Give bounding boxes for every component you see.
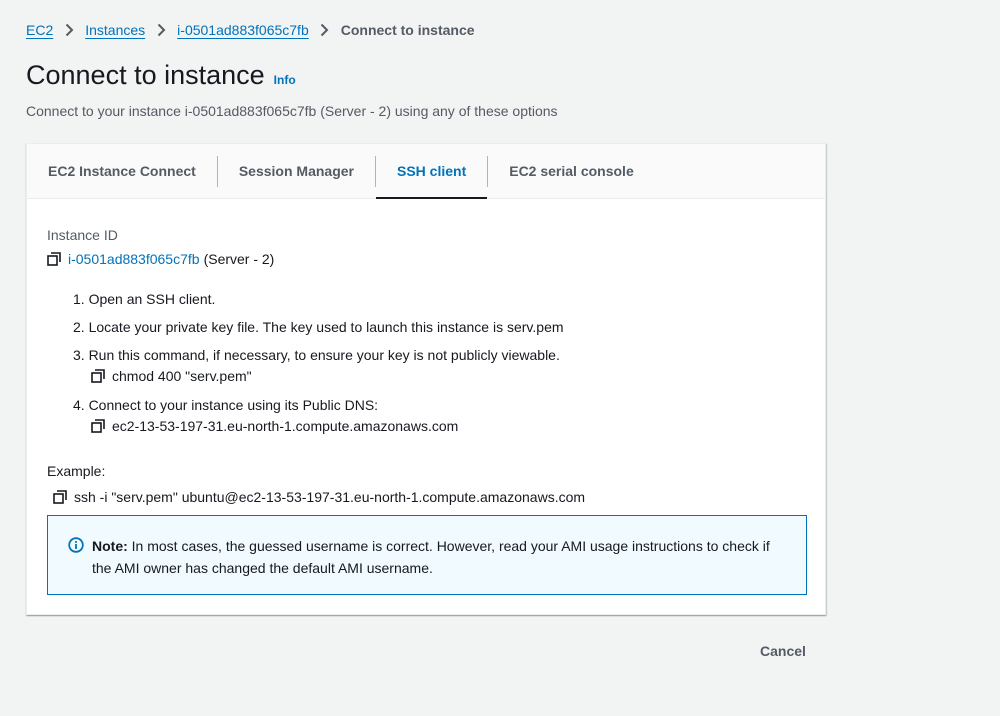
page-title-text: Connect to instance [26,60,265,90]
breadcrumb: EC2 Instances i-0501ad883f065c7fb Connec… [26,20,475,40]
public-dns: ec2-13-53-197-31.eu-north-1.compute.amaz… [112,418,459,434]
instance-name: (Server - 2) [203,251,275,267]
info-alert: Note: In most cases, the guessed usernam… [47,515,807,595]
list-item: 2. Locate your private key file. The key… [73,319,564,335]
tab-ec2-instance-connect[interactable]: EC2 Instance Connect [27,144,217,198]
step-text: 2. Locate your private key file. The key… [73,319,564,335]
instance-id-row: i-0501ad883f065c7fb (Server - 2) [47,251,274,267]
breadcrumb-ec2[interactable]: EC2 [26,22,53,38]
tab-ssh-client[interactable]: SSH client [375,144,488,199]
connect-panel: EC2 Instance Connect Session Manager SSH… [26,143,826,615]
page-title: Connect to instance Info [26,60,296,91]
page-subtitle: Connect to your instance i-0501ad883f065… [26,103,558,119]
list-item: 4. Connect to your instance using its Pu… [73,397,458,434]
tab-list: EC2 Instance Connect Session Manager SSH… [27,144,825,199]
chmod-command: chmod 400 "serv.pem" [112,368,252,384]
chevron-right-icon [145,23,177,37]
copy-icon[interactable] [47,252,61,266]
chevron-right-icon [53,23,85,37]
chevron-right-icon [309,23,341,37]
note-text: In most cases, the guessed username is c… [92,538,770,576]
info-circle-icon [68,537,84,553]
breadcrumb-instance-id[interactable]: i-0501ad883f065c7fb [177,22,309,38]
step-text: 1. Open an SSH client. [73,291,216,307]
instance-id-label: Instance ID [47,227,118,243]
example-label: Example: [47,463,106,479]
list-item: 1. Open an SSH client. [73,291,215,307]
example-command-row: ssh -i "serv.pem" ubuntu@ec2-13-53-197-3… [53,489,585,505]
breadcrumb-instances[interactable]: Instances [85,22,145,38]
list-item: 3. Run this command, if necessary, to en… [73,347,560,384]
chmod-command-row: chmod 400 "serv.pem" [91,368,560,384]
breadcrumb-current: Connect to instance [340,22,475,38]
info-link[interactable]: Info [274,73,296,87]
copy-icon[interactable] [91,369,105,383]
tab-ec2-serial-console[interactable]: EC2 serial console [488,144,655,198]
example-command: ssh -i "serv.pem" ubuntu@ec2-13-53-197-3… [74,489,586,505]
note-bold-label: Note: [92,538,128,554]
cancel-button[interactable]: Cancel [744,638,822,664]
public-dns-row: ec2-13-53-197-31.eu-north-1.compute.amaz… [91,418,458,434]
copy-icon[interactable] [53,490,67,504]
step-text: 4. Connect to your instance using its Pu… [73,397,379,413]
copy-icon[interactable] [91,419,105,433]
step-text: 3. Run this command, if necessary, to en… [73,347,560,363]
instance-id-link[interactable]: i-0501ad883f065c7fb [68,251,200,267]
tab-session-manager[interactable]: Session Manager [218,144,375,198]
